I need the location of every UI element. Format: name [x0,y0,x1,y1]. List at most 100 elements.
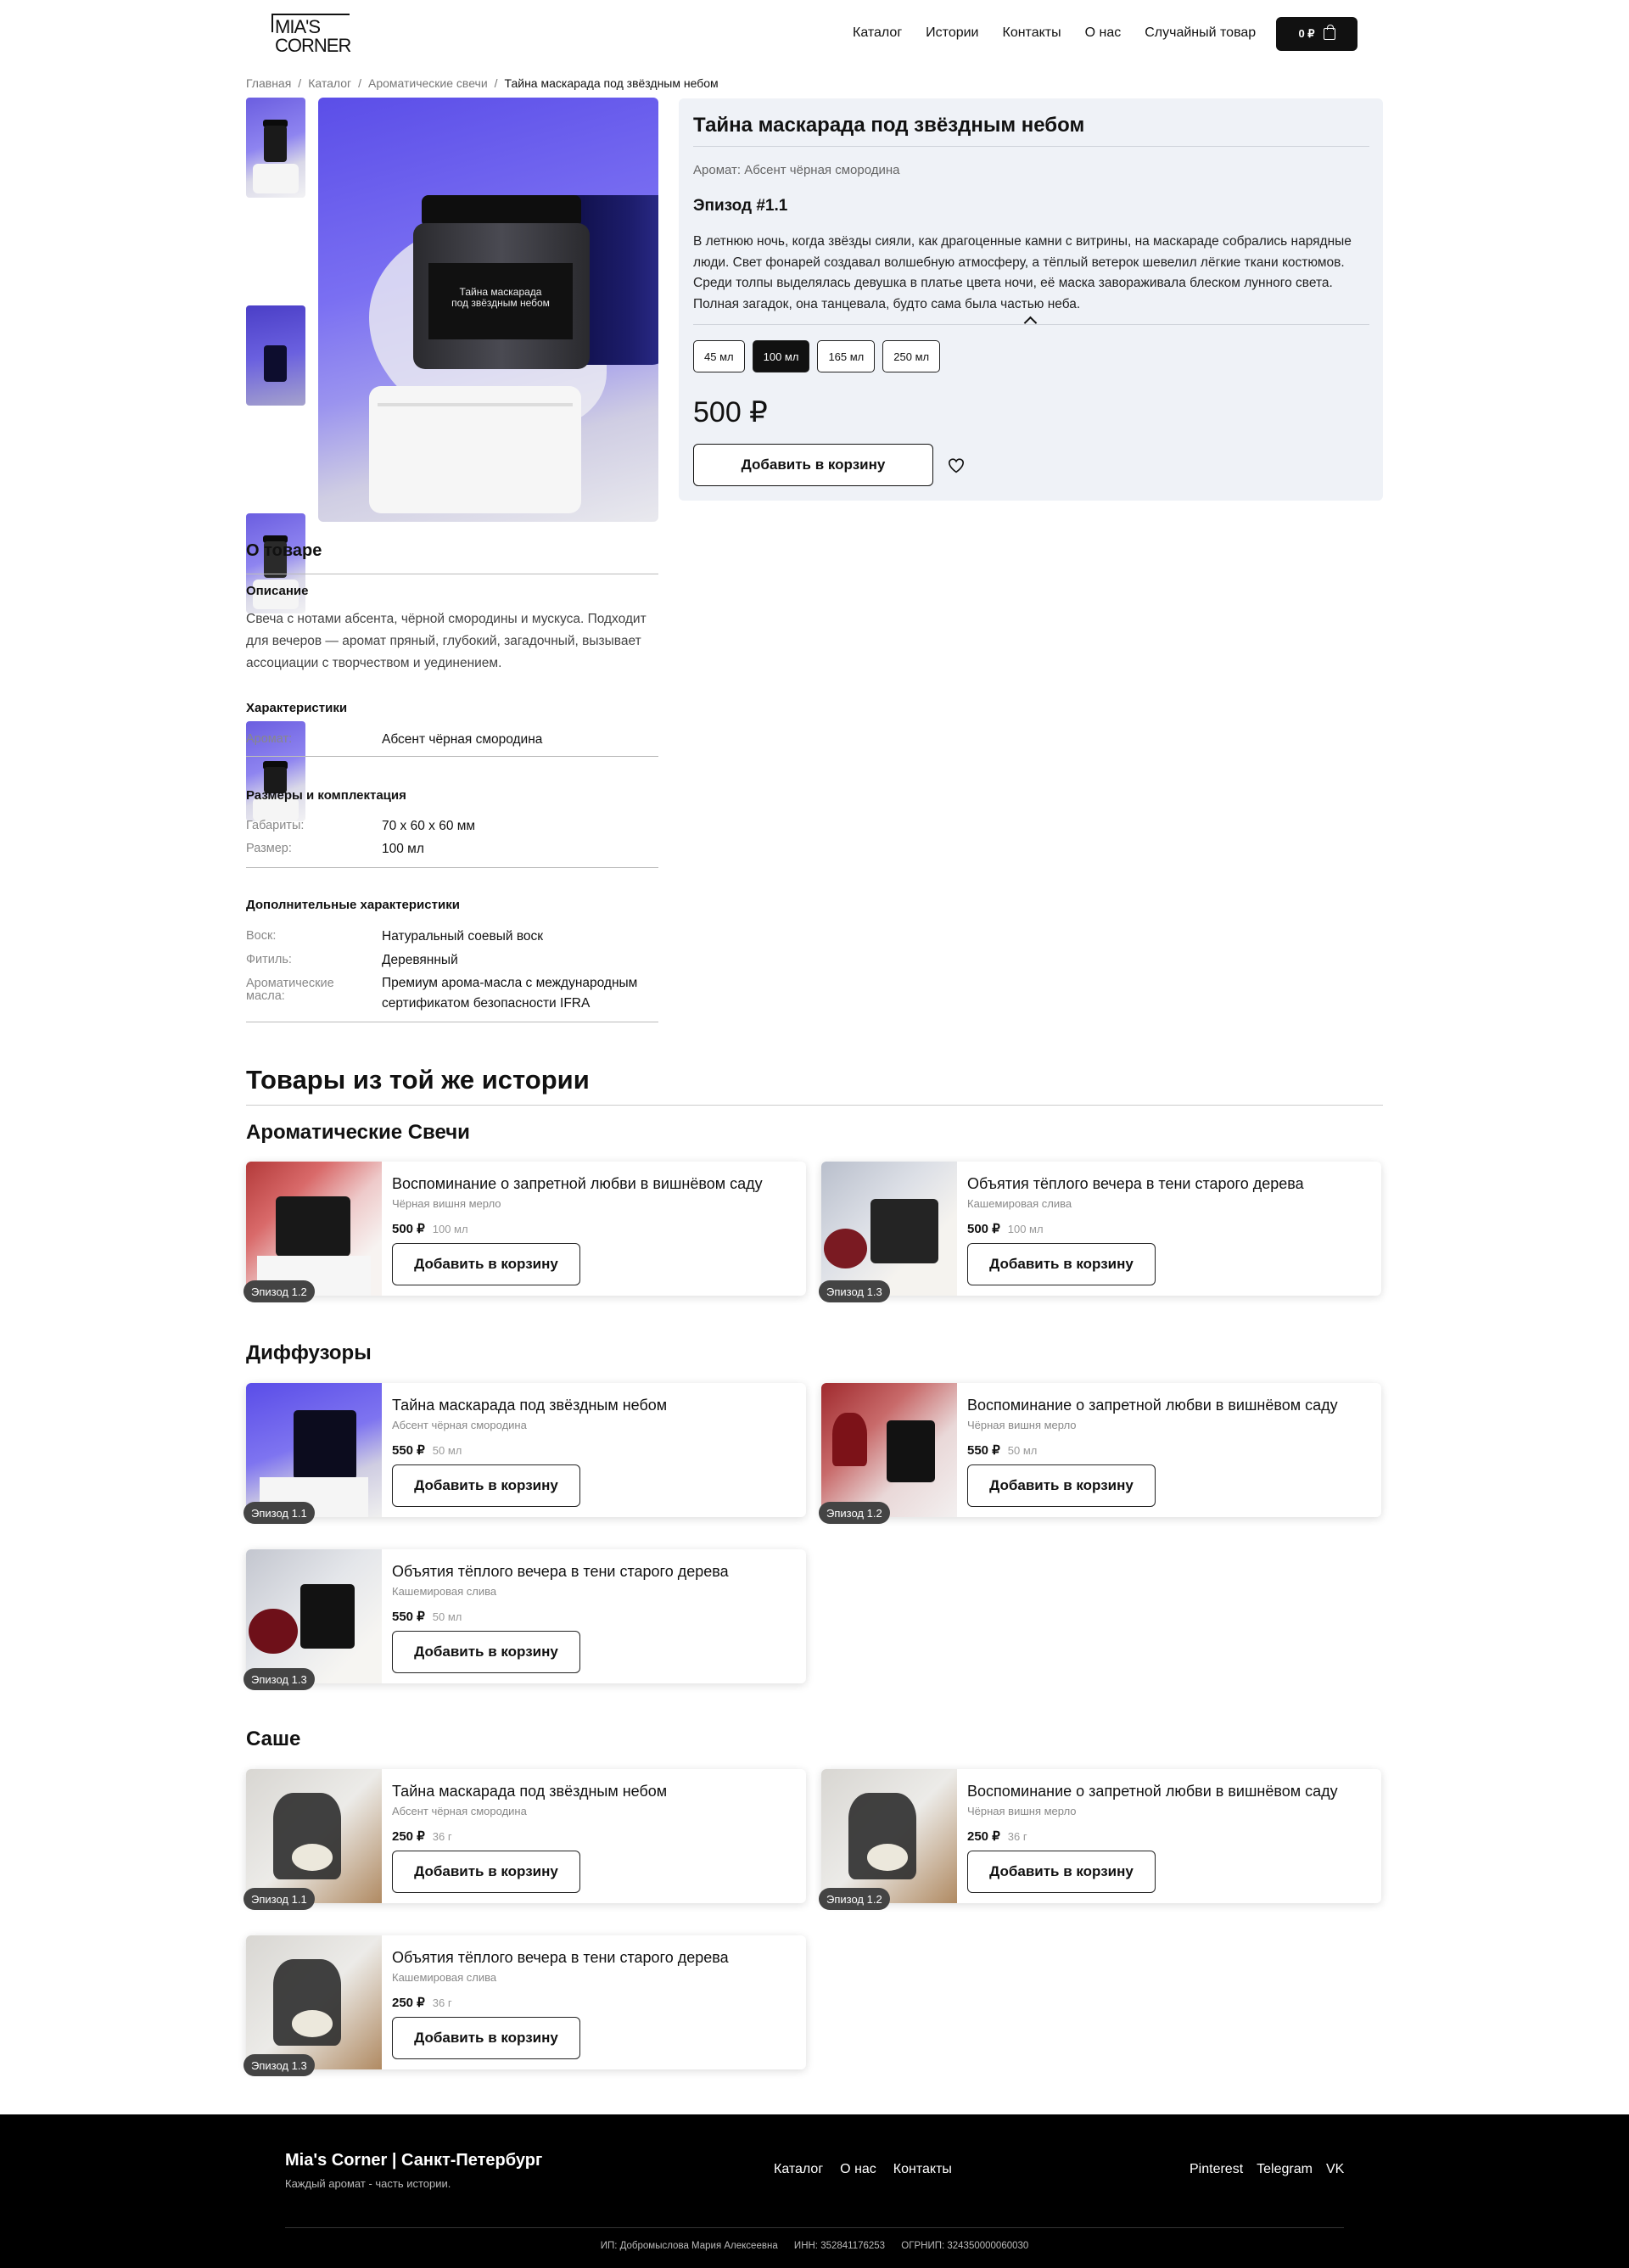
description-title: Описание [246,584,309,598]
product-card-volume: 100 мл [432,1223,468,1235]
product-card-price: 500 ₽ 100 мл [392,1221,468,1236]
logo-bar [272,14,350,15]
size-option-45[interactable]: 45 мл [693,340,745,372]
product-card-image[interactable] [821,1383,957,1517]
product-card-image[interactable] [246,1383,382,1517]
social-vk[interactable]: VK [1326,2162,1344,2177]
product-card[interactable]: Объятия тёплого вечера в тени старого де… [244,1935,806,2076]
gallery-thumb-1[interactable] [246,98,305,198]
heart-icon[interactable] [948,458,965,473]
product-card[interactable]: Тайна маскарада под звёздным небом Абсент… [244,1769,806,1910]
product-card-price: 550 ₽ 50 мл [967,1442,1037,1458]
cart-button[interactable]: 0 ₽ [1276,17,1358,51]
footer-link-about[interactable]: О нас [840,2162,876,2177]
main-nav: Каталог Истории Контакты О нас Случайный… [853,25,1256,41]
category-title-candles: Ароматические Свечи [246,1121,470,1144]
breadcrumb-separator: / [494,76,498,90]
breadcrumb-catalog[interactable]: Каталог [308,76,351,90]
product-card-volume: 50 мл [432,1610,462,1623]
nav-random-product[interactable]: Случайный товар [1145,25,1256,41]
episode-badge: Эпизод 1.3 [244,2054,315,2076]
product-card[interactable]: Воспоминание о запретной любви в вишнёво… [244,1162,806,1302]
site-header: MIA'S CORNER Каталог Истории Контакты О … [0,0,1629,68]
add-to-cart-button[interactable]: Добавить в корзину [392,1851,580,1893]
product-card-name[interactable]: Объятия тёплого вечера в тени старого де… [967,1175,1304,1193]
product-card[interactable]: Объятия тёплого вечера в тени старого де… [819,1162,1381,1302]
add-to-cart-button[interactable]: Добавить в корзину [392,1631,580,1673]
product-card-aroma: Кашемировая слива [392,1971,497,1984]
episode-badge: Эпизод 1.1 [244,1888,315,1910]
product-story: В летнюю ночь, когда звёзды сияли, как д… [693,234,1352,311]
sizes-title: Размеры и комплектация [246,788,406,803]
product-card-image[interactable] [821,1769,957,1903]
chevron-up-icon[interactable] [1023,316,1038,330]
product-card[interactable]: Объятия тёплого вечера в тени старого де… [244,1549,806,1690]
add-to-cart-button[interactable]: Добавить в корзину [693,444,933,486]
product-card-name[interactable]: Объятия тёплого вечера в тени старого де… [392,1563,729,1581]
footer-link-contacts[interactable]: Контакты [893,2162,952,2177]
product-card-name[interactable]: Тайна маскарада под звёздным небом [392,1397,667,1414]
product-card-volume: 50 мл [1007,1444,1038,1457]
product-card-name[interactable]: Объятия тёплого вечера в тени старого де… [392,1949,729,1967]
nav-stories[interactable]: Истории [926,25,978,41]
add-to-cart-button[interactable]: Добавить в корзину [967,1243,1156,1285]
candle-label-line: Тайна маскарада [459,286,542,298]
product-card-aroma: Абсент чёрная смородина [392,1805,527,1817]
product-card-image[interactable] [246,1162,382,1296]
product-card-name[interactable]: Воспоминание о запретной любви в вишнёво… [967,1397,1338,1414]
social-telegram[interactable]: Telegram [1257,2162,1313,2177]
add-to-cart-button[interactable]: Добавить в корзину [392,2017,580,2059]
product-card-image[interactable] [246,1549,382,1683]
gallery-thumb-3[interactable] [246,513,305,613]
nav-catalog[interactable]: Каталог [853,25,902,41]
breadcrumb-home[interactable]: Главная [246,76,291,90]
social-pinterest[interactable]: Pinterest [1190,2162,1243,2177]
footer-link-catalog[interactable]: Каталог [774,2162,823,2177]
product-card[interactable]: Тайна маскарада под звёздным небом Абсент… [244,1383,806,1524]
size-option-100[interactable]: 100 мл [752,340,810,372]
nav-contacts[interactable]: Контакты [1003,25,1061,41]
product-card-volume: 36 г [432,1830,452,1843]
footer-divider [285,2227,1344,2228]
product-card-price-value: 250 ₽ [392,1996,425,2010]
site-logo[interactable]: MIA'S CORNER [272,14,351,56]
nav-about[interactable]: О нас [1085,25,1122,41]
breadcrumb-category[interactable]: Ароматические свечи [368,76,488,90]
product-card-name[interactable]: Тайна маскарада под звёздным небом [392,1783,667,1800]
add-to-cart-button[interactable]: Добавить в корзину [392,1464,580,1507]
add-to-cart-button[interactable]: Добавить в корзину [967,1464,1156,1507]
prop-value-size: 100 мл [382,842,424,856]
product-card-image[interactable] [246,1769,382,1903]
breadcrumb-separator: / [298,76,302,90]
product-episode: Эпизод #1.1 [693,197,788,215]
logo-line-2: CORNER [275,35,351,56]
product-card-price: 250 ₽ 36 г [392,1995,452,2010]
size-option-165[interactable]: 165 мл [817,340,876,372]
pedestal-edge [378,403,573,406]
product-card-name[interactable]: Воспоминание о запретной любви в вишнёво… [392,1175,763,1193]
size-selector: 45 мл 100 мл 165 мл 250 мл [693,340,941,372]
size-option-250[interactable]: 250 мл [882,340,941,372]
gallery-thumb-2[interactable] [246,305,305,406]
site-footer: Mia's Corner | Санкт-Петербург Каждый ар… [0,2114,1629,2268]
product-card-aroma: Чёрная вишня мерло [967,1419,1077,1431]
product-card-image[interactable] [246,1935,382,2069]
product-card-volume: 50 мл [432,1444,462,1457]
candle-label-line: под звёздным небом [451,297,550,309]
wine-glass [831,1412,868,1466]
add-to-cart-button[interactable]: Добавить в корзину [392,1243,580,1285]
breadcrumb-current: Тайна маскарада под звёздным небом [504,76,719,90]
divider [693,146,1369,147]
characteristics-title: Характеристики [246,701,348,715]
main-product-photo[interactable]: Тайна маскарада под звёздным небом [318,98,658,522]
product-card-name[interactable]: Воспоминание о запретной любви в вишнёво… [967,1783,1338,1800]
product-card[interactable]: Воспоминание о запретной любви в вишнёво… [819,1769,1381,1910]
prop-label-oils: Ароматические масла: [246,977,334,1003]
candle-jar [276,1196,351,1257]
divider [246,1105,1383,1106]
related-title: Товары из той же истории [246,1065,590,1095]
product-card-image[interactable] [821,1162,957,1296]
add-to-cart-button[interactable]: Добавить в корзину [967,1851,1156,1893]
product-card[interactable]: Воспоминание о запретной любви в вишнёво… [819,1383,1381,1524]
prop-value-wax: Натуральный соевый воск [382,929,544,944]
